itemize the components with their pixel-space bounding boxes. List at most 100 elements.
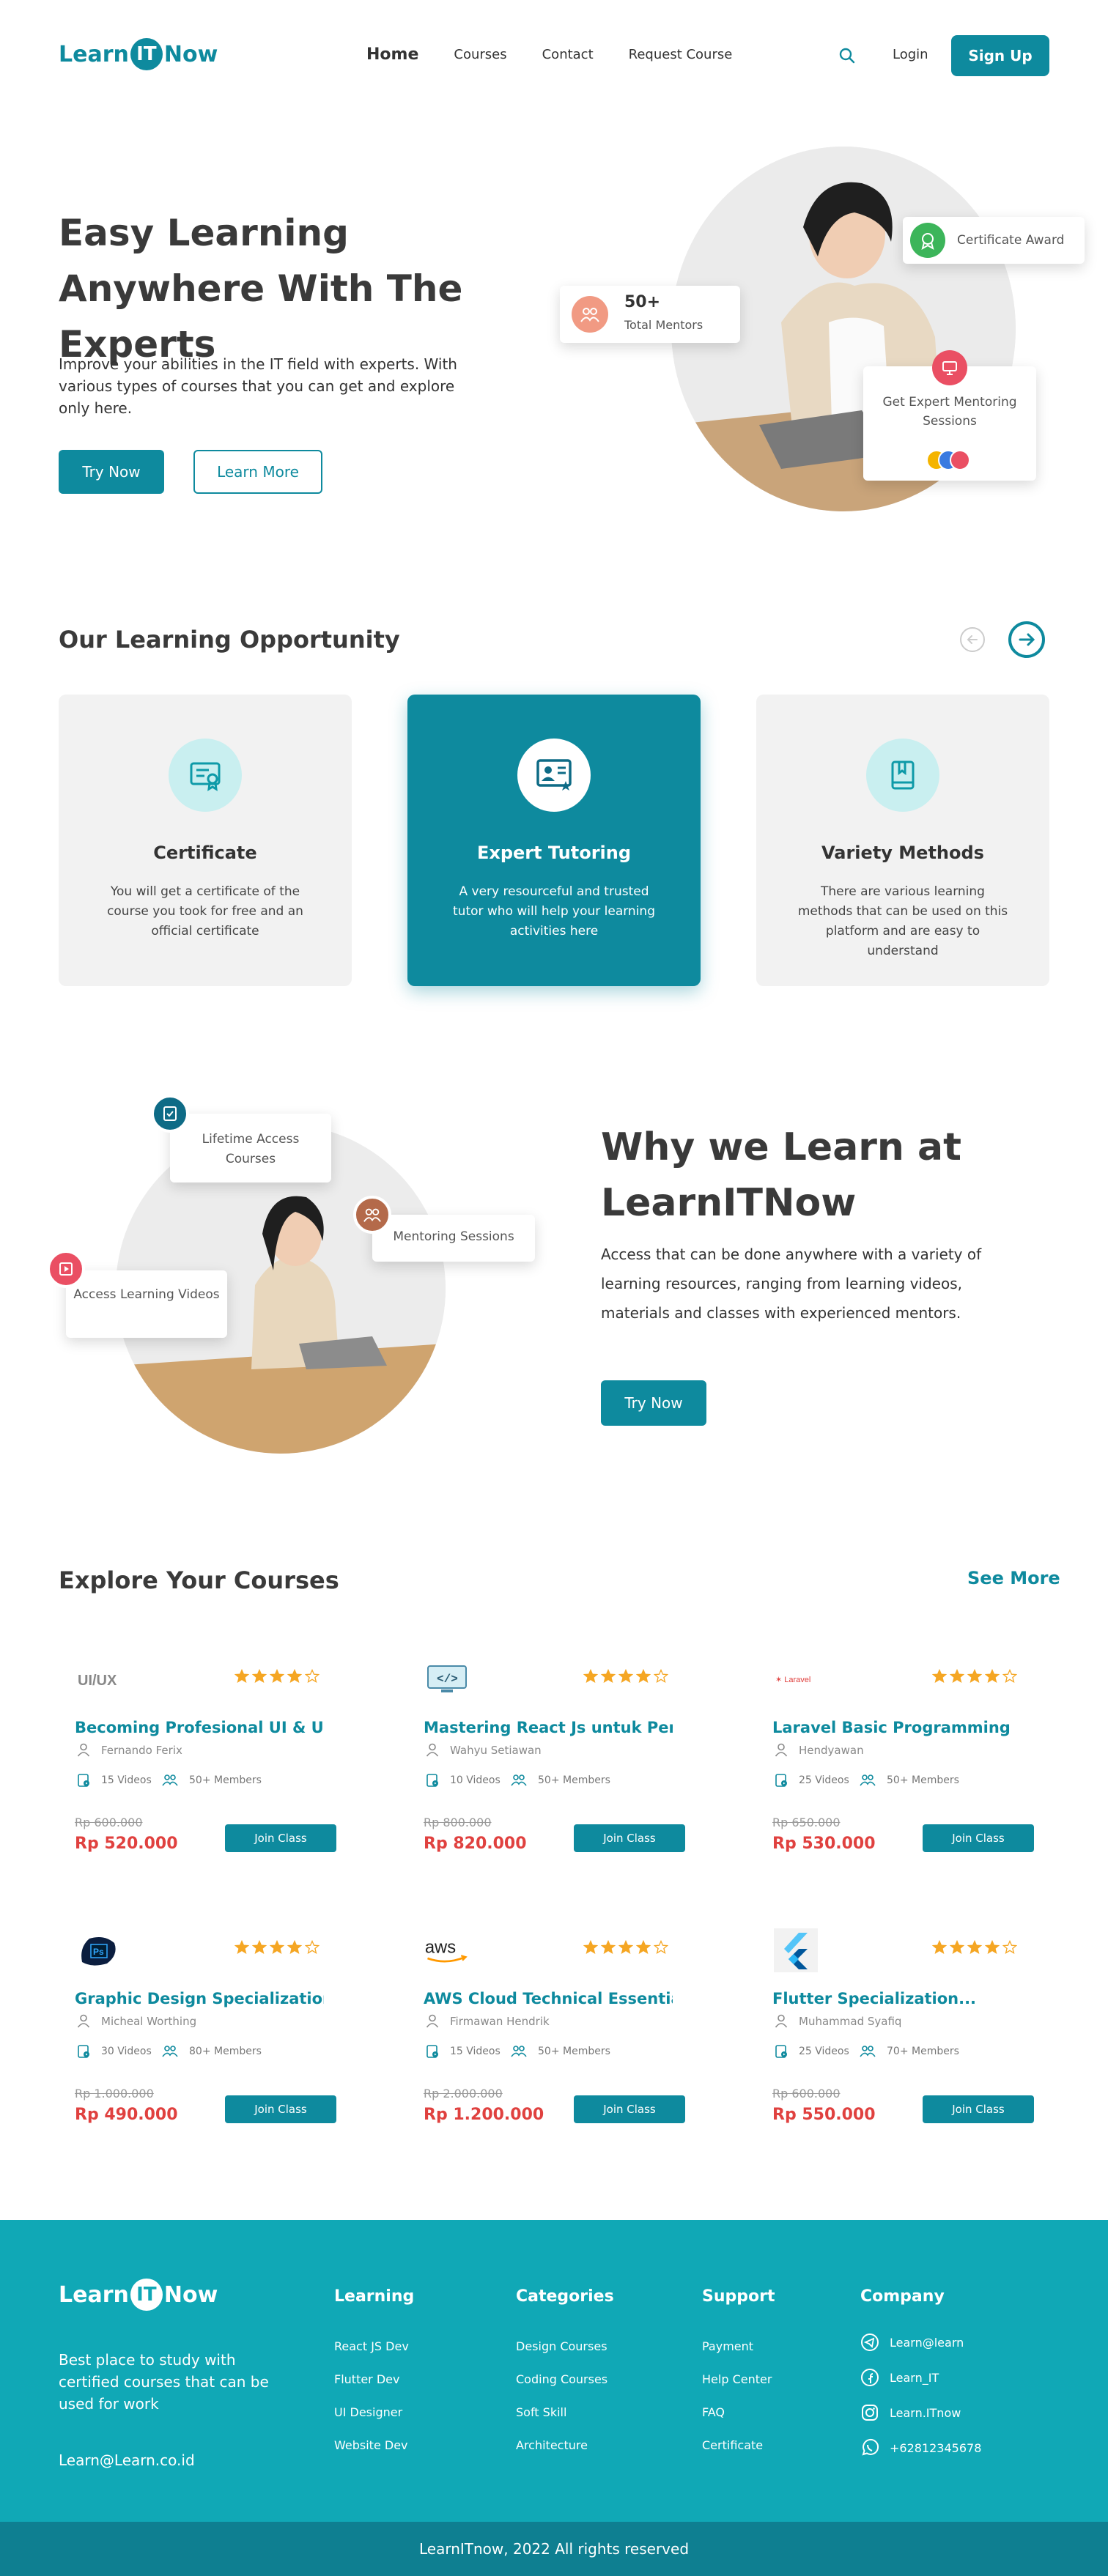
hero-try-now-button[interactable]: Try Now	[59, 450, 164, 494]
page: Learn IT Now Home Courses Contact Reques…	[0, 0, 1108, 2576]
footer-link[interactable]: Help Center	[702, 2372, 775, 2386]
footer-logo[interactable]: Learn IT Now	[59, 2279, 218, 2311]
star-icon	[618, 1940, 633, 1954]
star-icon	[985, 1669, 1000, 1683]
star-icon	[967, 1669, 982, 1683]
signup-button[interactable]: Sign Up	[951, 35, 1049, 76]
certificate-award-label: Certificate Award	[957, 233, 1065, 248]
star-icon	[252, 1940, 267, 1954]
footer-link[interactable]: Design Courses	[516, 2339, 614, 2353]
join-class-button[interactable]: Join Class	[574, 2095, 685, 2123]
user-icon	[775, 2014, 788, 2028]
course-card[interactable]: ✶ Laravel Laravel Basic Programming Hendya…	[756, 1648, 1049, 1868]
logo[interactable]: Learn IT Now	[59, 38, 218, 70]
prev-arrow-button[interactable]	[960, 627, 985, 652]
course-card[interactable]: aws AWS Cloud Technical Essentials Firmawa…	[407, 1920, 701, 2139]
join-class-button[interactable]: Join Class	[574, 1824, 685, 1852]
nav-courses[interactable]: Courses	[454, 47, 506, 62]
logo-it-badge: IT	[130, 2279, 163, 2311]
video-file-icon	[775, 1774, 787, 1787]
social-instagram[interactable]: Learn.ITnow	[860, 2402, 981, 2423]
why-try-now-button[interactable]: Try Now	[601, 1380, 706, 1426]
course-title[interactable]: Mastering React Js untuk Pemula	[424, 1719, 673, 1736]
see-more-link[interactable]: See More	[967, 1568, 1060, 1588]
course-author: Fernando Ferix	[101, 1744, 182, 1757]
join-class-button[interactable]: Join Class	[225, 1824, 336, 1852]
nav-request-course[interactable]: Request Course	[629, 47, 733, 62]
star-icon	[636, 1940, 651, 1954]
footer-email[interactable]: Learn@Learn.co.id	[59, 2451, 195, 2469]
join-class-button[interactable]: Join Class	[923, 2095, 1034, 2123]
course-title[interactable]: AWS Cloud Technical Essentials	[424, 1990, 673, 2007]
course-price: Rp 520.000	[75, 1835, 178, 1853]
star-icon	[287, 1940, 302, 1954]
course-logo-icon: aws	[424, 1933, 470, 1968]
next-arrow-button[interactable]	[1008, 621, 1045, 658]
course-card[interactable]: Flutter Specialization... Muhammad Syafiq…	[756, 1920, 1049, 2139]
footer-link[interactable]: Website Dev	[334, 2438, 414, 2452]
star-icon	[950, 1669, 964, 1683]
social-facebook[interactable]: Learn_IT	[860, 2367, 981, 2388]
search-icon[interactable]	[838, 47, 856, 64]
course-price: Rp 820.000	[424, 1835, 527, 1853]
footer-link[interactable]: Certificate	[702, 2438, 775, 2452]
site-footer: Learn IT Now Best place to study with ce…	[0, 2220, 1108, 2522]
footer-col-title: Company	[860, 2287, 945, 2306]
star-icon	[1002, 1669, 1017, 1683]
footer-link[interactable]: UI Designer	[334, 2405, 414, 2419]
opportunity-card-variety-methods[interactable]: Variety Methods There are various learni…	[756, 695, 1049, 986]
star-icon	[932, 1669, 947, 1683]
nav-contact[interactable]: Contact	[542, 47, 594, 62]
rating-stars	[932, 1669, 1017, 1684]
star-icon	[305, 1940, 320, 1954]
logo-text-learn: Learn	[59, 2281, 129, 2308]
course-card[interactable]: </> Mastering React Js untuk Pemula Wahyu …	[407, 1648, 701, 1868]
mentors-count: 50+	[624, 293, 661, 311]
star-icon	[1002, 1940, 1017, 1954]
footer-link[interactable]: FAQ	[702, 2405, 775, 2419]
footer-col-title: Categories	[516, 2287, 614, 2306]
course-title[interactable]: Graphic Design Specialization	[75, 1990, 324, 2007]
course-title[interactable]: Flutter Specialization...	[772, 1990, 1022, 2007]
footer-link[interactable]: Coding Courses	[516, 2372, 614, 2386]
nav-home[interactable]: Home	[366, 45, 418, 64]
social-label: +62812345678	[890, 2440, 982, 2455]
footer-link[interactable]: Payment	[702, 2339, 775, 2353]
lifetime-access-card: Lifetime Access Courses	[170, 1114, 331, 1182]
social-whatsapp[interactable]: +62812345678	[860, 2438, 981, 2458]
course-card[interactable]: Ps Graphic Design Specialization Micheal W…	[59, 1920, 352, 2139]
lifetime-icon	[151, 1095, 189, 1133]
user-icon	[77, 1743, 90, 1757]
course-title[interactable]: Becoming Profesional UI & UX...	[75, 1719, 324, 1736]
course-price: Rp 550.000	[772, 2106, 876, 2124]
members-icon	[511, 1774, 527, 1786]
social-email[interactable]: Learn@learn	[860, 2332, 981, 2353]
course-videos: 10 Videos	[450, 1774, 501, 1786]
courses-title: Explore Your Courses	[59, 1566, 339, 1594]
join-class-button[interactable]: Join Class	[225, 2095, 336, 2123]
star-icon	[270, 1940, 284, 1954]
login-link[interactable]: Login	[893, 47, 928, 62]
course-logo-icon: UI/UX	[75, 1662, 122, 1697]
course-videos: 30 Videos	[101, 2046, 152, 2057]
course-card[interactable]: UI/UX Becoming Profesional UI & UX... Fern…	[59, 1648, 352, 1868]
expert-mentoring-label: Get Expert Mentoring Sessions	[882, 395, 1017, 429]
join-class-button[interactable]: Join Class	[923, 1824, 1034, 1852]
certificate-award-card: Certificate Award	[903, 217, 1085, 264]
star-icon	[583, 1940, 598, 1954]
footer-link[interactable]: Soft Skill	[516, 2405, 614, 2419]
footer-link[interactable]: React JS Dev	[334, 2339, 414, 2353]
course-author: Hendyawan	[799, 1744, 864, 1757]
footer-link[interactable]: Architecture	[516, 2438, 614, 2452]
course-videos: 15 Videos	[101, 1774, 152, 1786]
course-author: Wahyu Setiawan	[450, 1744, 542, 1757]
opportunity-card-expert-tutoring[interactable]: Expert Tutoring A very resourceful and t…	[407, 695, 701, 986]
video-file-icon	[426, 2045, 438, 2058]
course-price: Rp 490.000	[75, 2106, 178, 2124]
members-icon	[860, 2046, 876, 2057]
course-title[interactable]: Laravel Basic Programming	[772, 1719, 1022, 1736]
footer-link[interactable]: Flutter Dev	[334, 2372, 414, 2386]
opportunity-card-certificate[interactable]: Certificate You will get a certificate o…	[59, 695, 352, 986]
mentor-avatars	[926, 450, 973, 470]
hero-learn-more-button[interactable]: Learn More	[193, 450, 322, 494]
